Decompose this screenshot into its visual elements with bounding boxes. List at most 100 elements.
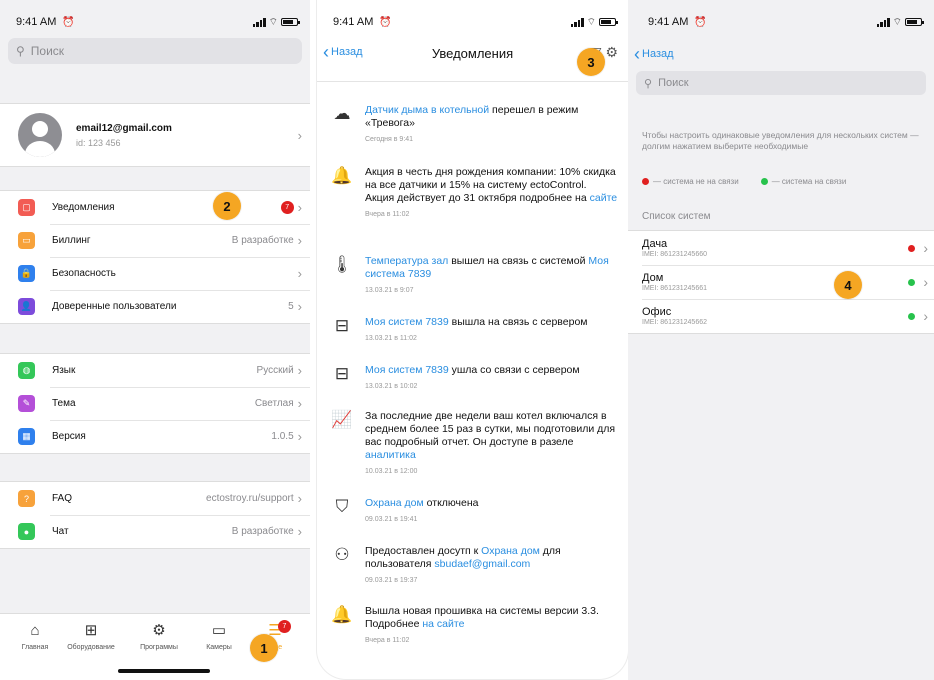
notification-link[interactable]: сайте <box>590 192 618 204</box>
signal-icon <box>570 17 584 27</box>
system-row[interactable]: Дача IMEI: 861231245660 › <box>628 231 934 265</box>
tab-programs[interactable]: ⚙ Программы <box>128 622 190 651</box>
tab-equipment[interactable]: ⊞ Оборудование <box>60 622 122 651</box>
notification-item[interactable]: 🌡 Температура зал вышел на связь с систем… <box>331 255 618 297</box>
notification-item[interactable]: 🔔 Вышла новая прошивка на системы версии … <box>331 605 618 647</box>
notification-time: 13.03.21 в 10:02 <box>365 383 418 390</box>
status-bar: 9:41 AM ⏰ ⌔ <box>628 0 934 44</box>
back-button[interactable]: ‹ Назад <box>323 42 363 62</box>
search-icon: ⚲ <box>644 77 653 90</box>
chevron-right-icon: › <box>297 127 302 143</box>
marker-3: 3 <box>577 48 605 76</box>
programs-icon: ⚙ <box>152 622 166 639</box>
home-indicator <box>118 669 210 673</box>
notification-link[interactable]: Датчик дыма в котельной <box>365 104 489 116</box>
notification-link[interactable]: Моя систем 7839 <box>365 316 449 328</box>
search-input[interactable]: ⚲ Поиск <box>636 71 926 95</box>
chevron-right-icon: › <box>297 299 302 314</box>
notification-text: Вышла новая прошивка на системы версии 3… <box>365 605 599 630</box>
notification-link[interactable]: Охрана дом <box>365 497 424 509</box>
notification-item[interactable]: 🔔 Акция в честь дня рождения компании: 10… <box>331 166 618 221</box>
notification-text: отключена <box>423 497 479 509</box>
gear-icon[interactable]: ⚙ <box>605 44 618 61</box>
settings-row[interactable]: 👤 Доверенные пользователи 5 › <box>0 290 310 323</box>
notification-text: вышла на связь с сервером <box>448 316 588 328</box>
add-user-icon: ⚇ <box>334 545 350 564</box>
shield-icon: ⛉ <box>335 497 349 516</box>
signal-icon <box>876 17 890 27</box>
wifi-icon: ⌔ <box>268 16 278 28</box>
tab-camera[interactable]: ▭ Камеры <box>188 622 250 651</box>
notification-time: Вчера в 11:02 <box>365 637 410 644</box>
notification-text: Акция в честь дня рождения компании: 10%… <box>365 166 616 204</box>
notification-link[interactable]: sbudaef@gmail.com <box>434 558 530 570</box>
bell-icon: 🔔 <box>331 605 353 624</box>
system-row[interactable]: Дом IMEI: 861231245661 › <box>628 265 934 299</box>
settings-row-value: Светлая <box>254 398 294 409</box>
settings-row-label: Тема <box>52 398 76 409</box>
status-bar: 9:41 AM ⏰ ⌔ <box>317 0 628 44</box>
equipment-icon: ⊞ <box>84 622 98 639</box>
settings-row[interactable]: 🔒 Безопасность › <box>0 257 310 290</box>
notification-link[interactable]: Охрана дом <box>481 545 540 557</box>
system-imei: IMEI: 861231245661 <box>642 285 707 292</box>
notification-item[interactable]: ⊟ Моя систем 7839 вышла на связь с сервер… <box>331 316 618 345</box>
settings-row-value: ectostroy.ru/support <box>206 493 294 504</box>
controller-icon: ⊟ <box>334 364 350 383</box>
notification-item[interactable]: 📈 За последние две недели ваш котел включ… <box>331 410 618 478</box>
chevron-left-icon: ‹ <box>634 44 640 64</box>
settings-row[interactable]: ◍ Язык Русский › <box>0 354 310 387</box>
chevron-left-icon: ‹ <box>323 42 329 62</box>
notification-item[interactable]: ⛉ Охрана дом отключена 09.03.21 в 19:41 <box>331 497 618 526</box>
settings-row-value: В разработке <box>231 235 294 246</box>
settings-row[interactable]: ✎ Тема Светлая › <box>0 387 310 420</box>
status-time: 9:41 AM <box>16 16 57 28</box>
profile-card[interactable]: email12@gmail.com id: 123 456 › <box>0 103 310 167</box>
settings-row[interactable]: ● Чат В разработке › <box>0 515 310 548</box>
back-label: Назад <box>642 48 674 60</box>
signal-icon <box>252 17 266 27</box>
settings-row[interactable]: ? FAQ ectostroy.ru/support › <box>0 482 310 515</box>
notifications-screen: 9:41 AM⏰ ⌔ ‹Назад Уведомления ▽⚙ ☁Датчик… <box>316 0 629 680</box>
notification-item[interactable]: ☁ Датчик дыма в котельной перешел в режим… <box>331 104 618 146</box>
notification-icon: ▢ <box>18 199 35 216</box>
status-dot-icon <box>908 244 916 252</box>
search-placeholder: Поиск <box>658 77 689 89</box>
settings-row[interactable]: ▦ Версия 1.0.5 › <box>0 420 310 453</box>
notification-link[interactable]: на сайте <box>422 618 464 630</box>
tab-label: Главная <box>21 644 49 651</box>
notification-link[interactable]: аналитика <box>365 449 416 461</box>
notification-item[interactable]: ⊟ Моя систем 7839 ушла со связи с серверо… <box>331 364 618 393</box>
notification-link[interactable]: Моя систем 7839 <box>365 364 449 376</box>
settings-row[interactable]: ▢ Уведомления 7 › <box>0 191 310 224</box>
chevron-right-icon: › <box>923 274 928 290</box>
avatar <box>18 113 62 157</box>
notification-text: За последние две недели ваш котел включа… <box>365 410 616 448</box>
chevron-right-icon: › <box>923 240 928 256</box>
status-alarm-icon: ⏰ <box>694 16 707 28</box>
thermometer-icon: 🌡 <box>331 255 353 274</box>
tab-home[interactable]: ⌂ Главная <box>4 622 66 651</box>
notification-link[interactable]: Температура зал <box>365 255 448 267</box>
settings-row[interactable]: ▭ Биллинг В разработке › <box>0 224 310 257</box>
settings-screen: 9:41 AM ⏰ ⌔ ⚲ Поиск email12@gmail.com id:… <box>0 0 310 680</box>
system-row[interactable]: Офис IMEI: 861231245662 › <box>628 299 934 333</box>
notification-item[interactable]: ⚇ Предоставлен досутп к Охрана дом для по… <box>331 545 618 587</box>
analytics-icon: 📈 <box>331 410 353 429</box>
offline-dot-icon <box>642 178 649 185</box>
notification-time: 13.03.21 в 9:07 <box>365 287 414 294</box>
system-name: Офис <box>642 306 672 318</box>
faq-icon: ? <box>18 490 35 507</box>
notification-time: Сегодня в 9:41 <box>365 136 414 143</box>
settings-row-value: 5 <box>288 301 294 312</box>
system-imei: IMEI: 861231245662 <box>642 319 707 326</box>
tab-label: Программы <box>140 644 178 651</box>
search-input[interactable]: ⚲ Поиск <box>8 38 302 64</box>
battery-icon <box>599 18 618 26</box>
system-imei: IMEI: 861231245660 <box>642 251 707 258</box>
notification-time: Вчера в 11:02 <box>365 211 410 218</box>
systems-screen: 9:41 AM ⏰ ⌔ ‹ Назад ⚲ Поиск Чтобы настроит… <box>628 0 934 680</box>
status-time: 9:41 AM <box>333 16 374 28</box>
back-button[interactable]: ‹ Назад <box>634 44 674 64</box>
tab-badge: 7 <box>278 620 291 633</box>
